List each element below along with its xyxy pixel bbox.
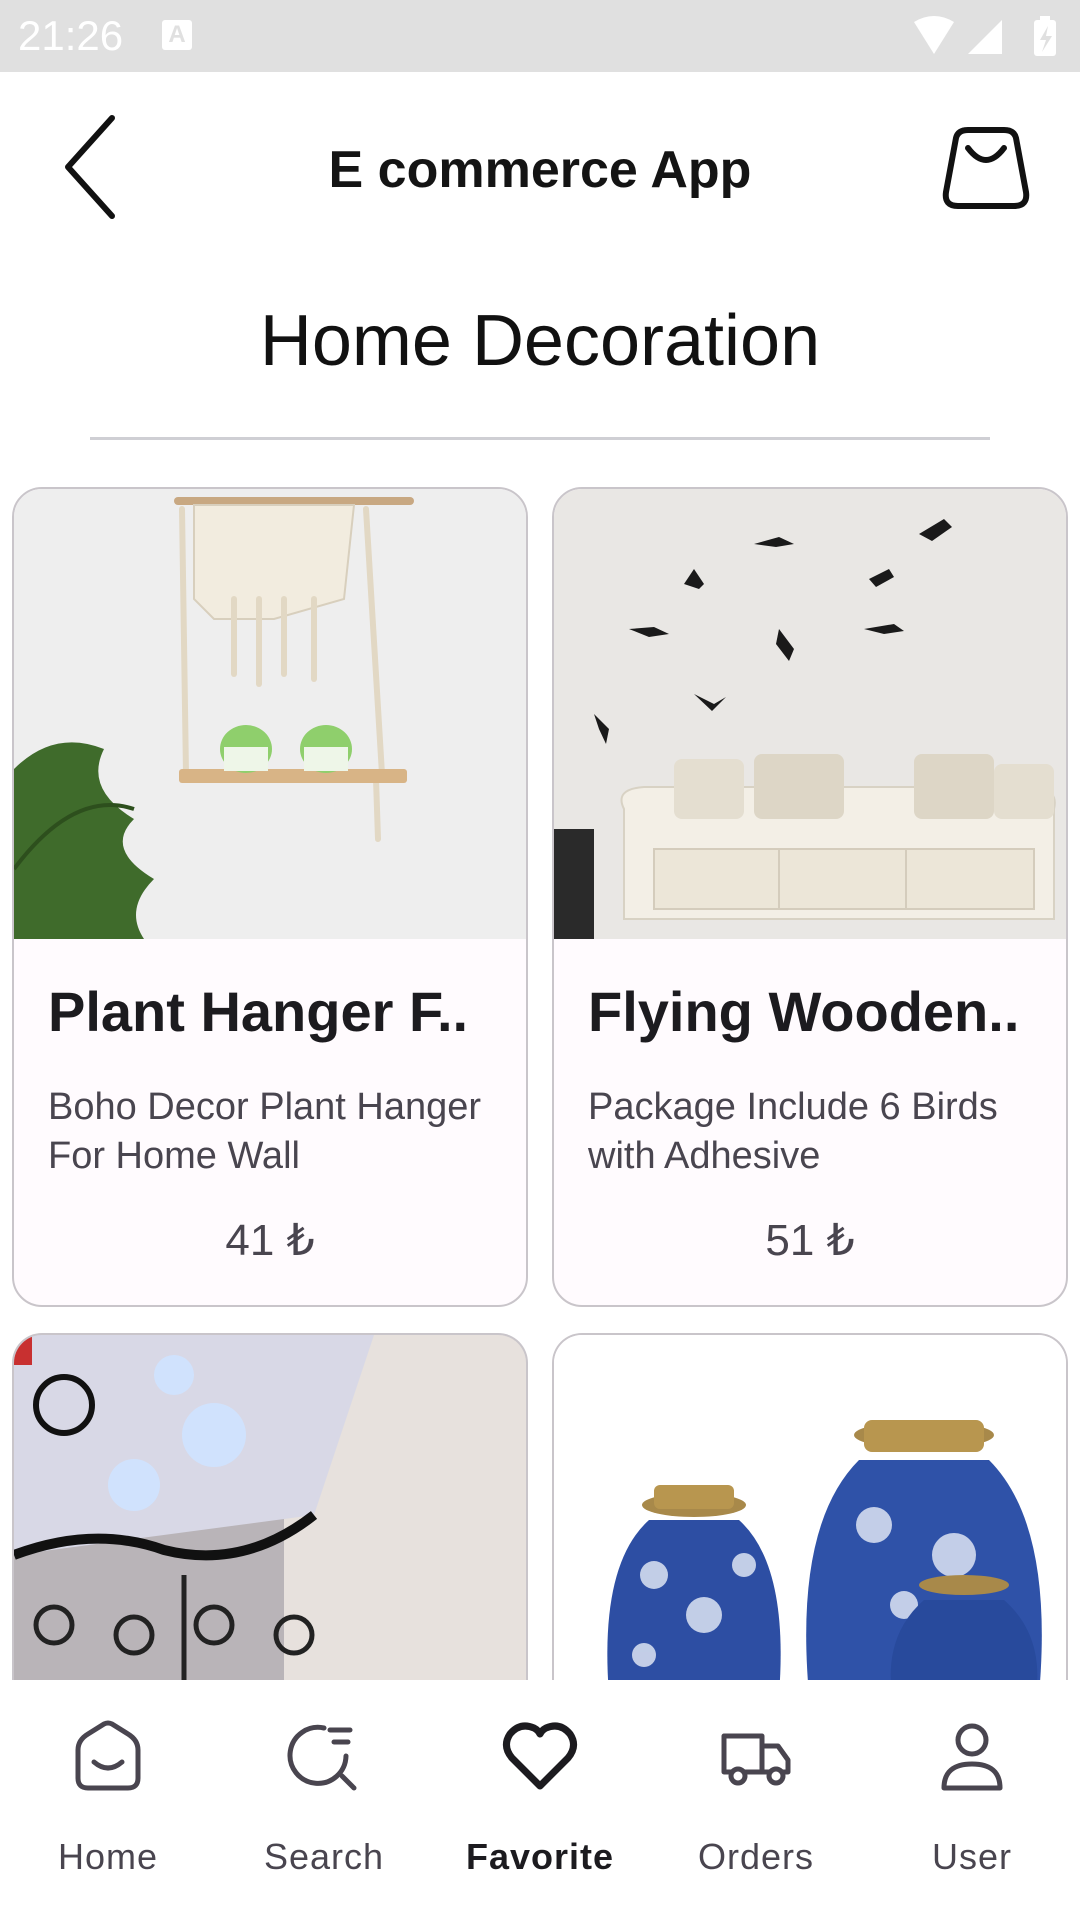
- cart-button[interactable]: [940, 126, 1032, 212]
- product-image-flying-wooden: [554, 489, 1066, 939]
- product-image-wall-lamp: [14, 1335, 526, 1693]
- status-bar: 21:26 A: [0, 0, 1080, 72]
- nav-item-user[interactable]: User: [864, 1680, 1080, 1920]
- product-image-ginger-jars: [554, 1335, 1066, 1693]
- home-icon: [75, 1720, 141, 1791]
- nav-label-user: User: [931, 1836, 1012, 1877]
- cell-signal-icon: [968, 20, 1002, 54]
- nav-label-orders: Orders: [697, 1836, 815, 1877]
- app-title: E commerce App: [328, 141, 752, 199]
- truck-icon: [721, 1733, 791, 1786]
- search-icon: [287, 1724, 357, 1791]
- nav-item-favorite[interactable]: Favorite: [432, 1680, 648, 1920]
- heart-icon: [503, 1722, 577, 1790]
- nav-item-home[interactable]: Home: [0, 1680, 216, 1920]
- wifi-icon: [914, 16, 954, 54]
- nav-label-home: Home: [57, 1836, 159, 1877]
- status-time: 21:26: [18, 12, 124, 59]
- user-icon: [941, 1723, 1003, 1791]
- nav-label-search: Search: [263, 1836, 385, 1877]
- product-card-plant-hanger[interactable]: Plant Hanger F.. Boho Decor Plant Hanger…: [12, 487, 528, 1307]
- nav-label-favorite: Favorite: [465, 1836, 615, 1877]
- system-status-icons: [914, 16, 1056, 56]
- notification-icon: A: [162, 20, 192, 50]
- product-image-plant-hanger: [14, 489, 526, 939]
- header-divider: [90, 437, 990, 440]
- shopping-bag-icon: [942, 127, 1030, 209]
- nav-item-search[interactable]: Search: [216, 1680, 432, 1920]
- product-card-flying-wooden[interactable]: Flying Wooden.. Package Include 6 Birds …: [552, 487, 1068, 1307]
- nav-item-orders[interactable]: Orders: [648, 1680, 864, 1920]
- page-title: Home Decoration: [259, 301, 821, 381]
- product-description: Package Include 6 Birds with Adhesive: [588, 1086, 998, 1177]
- product-name: Plant Hanger F..: [48, 980, 469, 1043]
- product-card-ginger-jars[interactable]: [552, 1333, 1068, 1693]
- product-description: Boho Decor Plant Hanger For Home Wall: [48, 1086, 482, 1177]
- bottom-navigation: Home Search Favorite Orders User: [0, 1680, 1080, 1920]
- battery-icon: [1034, 16, 1056, 56]
- product-name: Flying Wooden..: [588, 980, 1020, 1043]
- product-price: 41 ₺: [225, 1216, 315, 1265]
- product-card-wall-lamp[interactable]: [12, 1333, 528, 1693]
- product-price: 51 ₺: [765, 1216, 855, 1265]
- app-bar: E commerce App: [0, 72, 1080, 268]
